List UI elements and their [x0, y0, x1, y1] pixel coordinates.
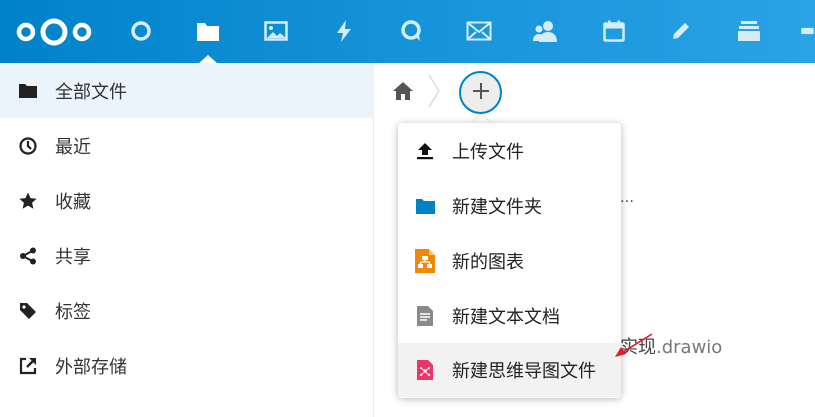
popover-arrow	[472, 114, 490, 123]
mindmap-icon	[414, 359, 436, 381]
folder-icon	[414, 195, 436, 217]
diagram-icon	[414, 249, 436, 273]
top-app-bar	[0, 0, 815, 63]
external-link-icon	[18, 356, 38, 376]
talk-icon[interactable]	[397, 17, 425, 45]
deck-icon[interactable]	[735, 17, 763, 45]
menu-item-label: 新建文本文档	[452, 307, 560, 328]
sidebar: 全部文件 最近 收藏 共享 标签 外部存储	[0, 63, 374, 417]
more-icon[interactable]	[800, 17, 815, 45]
sidebar-item-recent[interactable]: 最近	[0, 118, 374, 173]
sidebar-item-shares[interactable]: 共享	[0, 228, 374, 283]
menu-item-new-folder[interactable]: 新建文件夹	[398, 179, 621, 233]
sidebar-item-favorites[interactable]: 收藏	[0, 173, 374, 228]
activity-icon[interactable]	[330, 17, 358, 45]
menu-item-new-text-document[interactable]: 新建文本文档	[398, 289, 621, 343]
plus-icon	[472, 82, 490, 104]
sidebar-item-external-storage[interactable]: 外部存储	[0, 338, 374, 393]
menu-item-label: 新的图表	[452, 252, 524, 273]
new-file-button[interactable]	[459, 71, 502, 114]
menu-item-label: 新建文件夹	[452, 197, 542, 218]
share-icon	[18, 246, 38, 266]
sidebar-item-label: 收藏	[55, 191, 91, 213]
dashboard-icon[interactable]	[127, 17, 155, 45]
new-menu-popover: 上传文件 新建文件夹 新的图表 新建文本文档 新建思维导图文件	[398, 123, 621, 398]
notes-icon[interactable]	[667, 17, 695, 45]
folder-icon	[18, 81, 38, 101]
sidebar-item-label: 共享	[55, 246, 91, 268]
star-icon	[18, 191, 38, 211]
sidebar-item-label: 外部存储	[55, 356, 127, 378]
sidebar-item-all-files[interactable]: 全部文件	[0, 63, 374, 118]
menu-item-label: 新建思维导图文件	[452, 361, 596, 382]
home-icon[interactable]	[392, 80, 414, 102]
files-icon[interactable]	[194, 17, 222, 45]
menu-item-new-diagram[interactable]: 新的图表	[398, 234, 621, 288]
breadcrumb-separator	[427, 74, 441, 108]
calendar-icon[interactable]	[600, 17, 628, 45]
sidebar-item-label: 全部文件	[55, 81, 127, 103]
menu-item-upload-file[interactable]: 上传文件	[398, 124, 621, 178]
text-document-icon	[414, 305, 436, 327]
upload-icon	[414, 140, 436, 162]
menu-item-new-mindmap[interactable]: 新建思维导图文件	[398, 343, 621, 397]
photos-icon[interactable]	[262, 17, 290, 45]
sidebar-item-label: 标签	[55, 301, 91, 323]
file-extension: .drawio	[656, 337, 723, 358]
sidebar-item-tags[interactable]: 标签	[0, 283, 374, 338]
sidebar-item-label: 最近	[55, 136, 91, 158]
file-name-partial: …	[620, 190, 634, 206]
menu-item-label: 上传文件	[452, 142, 524, 163]
mail-icon[interactable]	[465, 17, 493, 45]
clock-icon	[18, 136, 38, 156]
annotation-arrow-icon	[612, 330, 656, 360]
tag-icon	[18, 301, 38, 321]
active-app-indicator	[199, 55, 217, 63]
nextcloud-logo[interactable]	[14, 18, 94, 46]
contacts-icon[interactable]	[532, 17, 560, 45]
